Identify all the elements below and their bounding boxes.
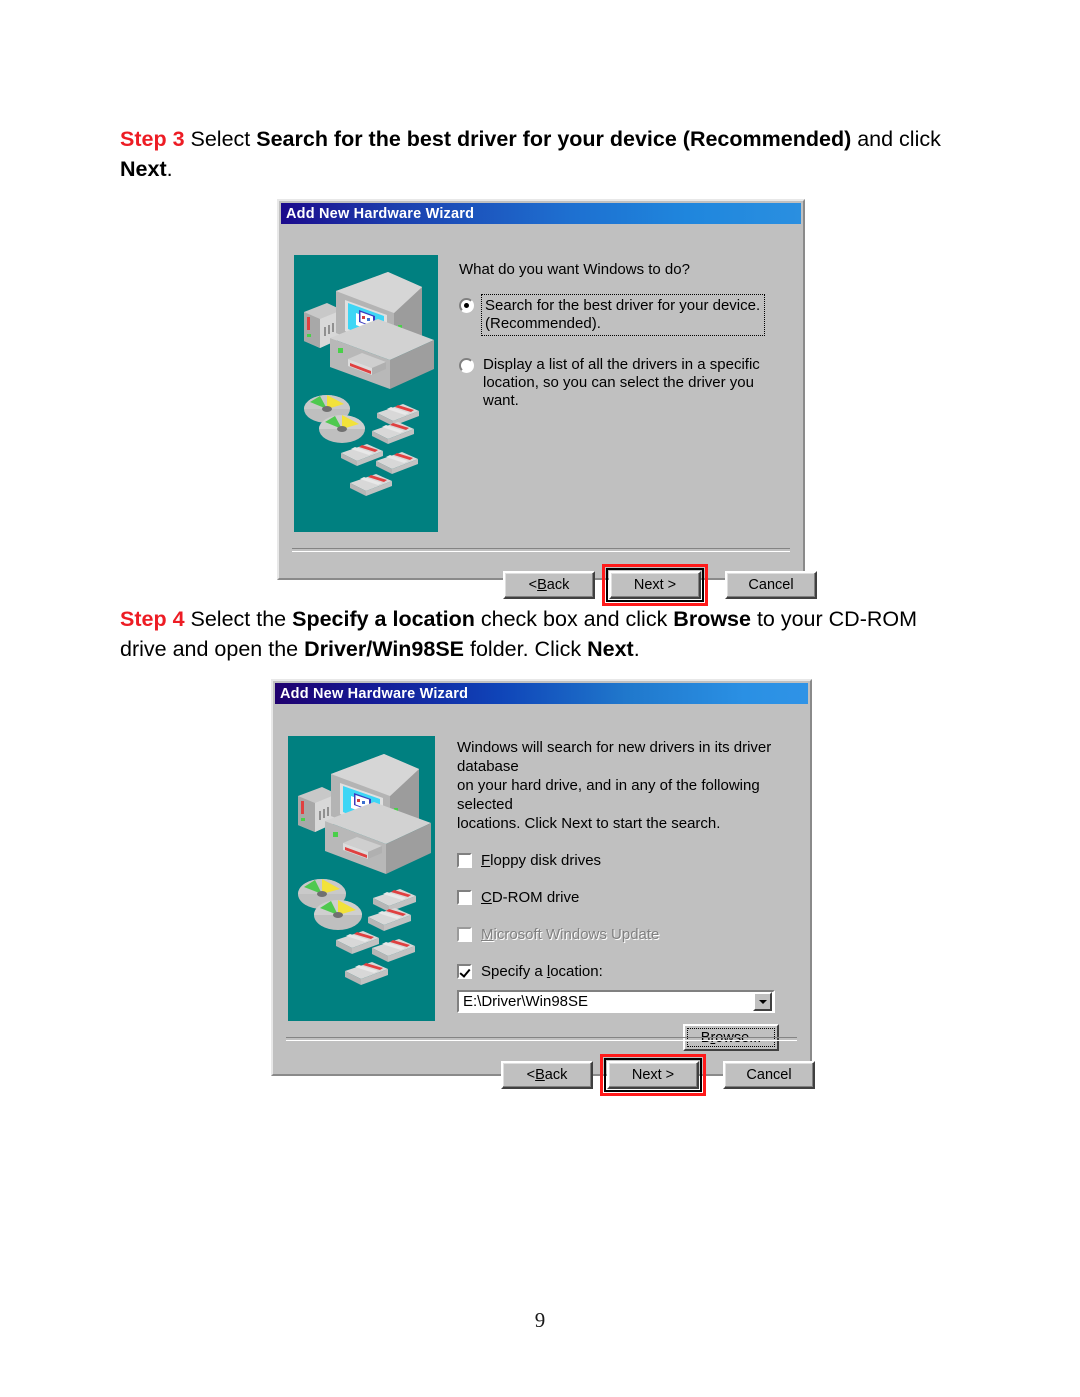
step-4-text-6: Driver/Win98SE <box>304 637 465 661</box>
step-4-text-4: Browse <box>673 607 751 631</box>
checkbox-floppy-label-rest: loppy disk drives <box>490 852 602 869</box>
step-3-text-1: Select <box>184 127 257 151</box>
radio-display-list-label[interactable]: Display a list of all the drivers in a s… <box>483 356 789 410</box>
step-4-label: Step 4 <box>120 607 185 631</box>
wizard-illustration-2 <box>288 736 435 1021</box>
radio-option-2-line-2: location, so you can select the driver y… <box>483 374 754 409</box>
next-button-default-ring: Next > <box>606 568 704 602</box>
dialog-1-titlebar: Add New Hardware Wizard <box>281 203 801 224</box>
step-4-text-8: Next <box>587 637 634 661</box>
next-button[interactable]: Next > <box>607 1061 699 1089</box>
step-3-text-4: Next <box>120 157 167 181</box>
cancel-button[interactable]: Cancel <box>723 1061 815 1089</box>
chevron-down-icon[interactable] <box>753 992 772 1011</box>
step-3-label: Step 3 <box>120 127 185 151</box>
checkbox-cdrom-label-rest: D-ROM drive <box>491 889 580 906</box>
dialog-1-button-row: < Back Next > Cancel <box>503 564 817 606</box>
page-number: 9 <box>534 1308 546 1332</box>
checkbox-update-label-rest: icrosoft Windows Update <box>493 926 660 943</box>
checkbox-microsoft-windows-update-label: Microsoft Windows Update <box>481 926 660 943</box>
next-button-highlight-annotation: Next > <box>600 1054 706 1096</box>
step-4-text-7: folder. Click <box>464 637 588 661</box>
radio-search-best-driver-label[interactable]: Search for the best driver for your devi… <box>480 294 766 336</box>
dialog-2-separator <box>286 1037 797 1041</box>
dialog-1-content-pane: What do you want Windows to do? Search f… <box>459 260 789 410</box>
dialog-1-prompt: What do you want Windows to do? <box>459 261 690 278</box>
dialog-2-titlebar: Add New Hardware Wizard <box>275 683 808 704</box>
radio-search-best-driver-icon[interactable] <box>459 298 474 313</box>
checkbox-floppy-disk-drives-icon[interactable] <box>457 853 472 868</box>
dialog-1-title: Add New Hardware Wizard <box>286 205 475 222</box>
checkbox-specify-a-location-icon[interactable] <box>457 964 472 979</box>
radio-option-display-list[interactable]: Display a list of all the drivers in a s… <box>459 356 789 410</box>
add-new-hardware-wizard-dialog-2: Add New Hardware Wizard Windows will sea… <box>271 679 815 1096</box>
add-new-hardware-wizard-dialog-1: Add New Hardware Wizard What do you want… <box>277 199 817 606</box>
dialog-2-button-row: < Back Next > Cancel <box>501 1054 815 1096</box>
location-input-value[interactable]: E:\Driver\Win98SE <box>459 992 753 1011</box>
checkbox-row-specify-a-location[interactable]: Specify a location: <box>457 962 797 981</box>
dialog-2-prompt-line-1: Windows will search for new drivers in i… <box>457 739 772 775</box>
checkbox-row-cd-rom-drive[interactable]: CD-ROM drive <box>457 888 797 907</box>
step-3-text-5: . <box>166 157 173 181</box>
radio-option-search-best-driver[interactable]: Search for the best driver for your devi… <box>459 294 789 336</box>
checkbox-row-microsoft-windows-update: Microsoft Windows Update <box>457 925 797 944</box>
checkbox-cd-rom-drive-icon[interactable] <box>457 890 472 905</box>
step-4-instruction: Step 4 Select the Specify a location che… <box>120 604 950 664</box>
dialog-1-separator <box>292 548 790 552</box>
step-3-text-2: Search for the best driver for your devi… <box>256 127 852 151</box>
step-3-instruction: Step 3 Select Search for the best driver… <box>120 124 950 184</box>
next-button-highlight-annotation: Next > <box>602 564 708 606</box>
dialog-2-prompt-line-2: on your hard drive, and in any of the fo… <box>457 777 760 813</box>
dialog-2-prompt-line-3: locations. Click Next to start the searc… <box>457 815 721 832</box>
dialog-2-title: Add New Hardware Wizard <box>280 685 469 702</box>
step-4-text-9: . <box>633 637 640 661</box>
checkbox-microsoft-windows-update-icon <box>457 927 472 942</box>
step-3-text-3: and click <box>851 127 941 151</box>
back-button[interactable]: < Back <box>503 571 595 599</box>
step-4-text-2: Specify a location <box>292 607 475 631</box>
checkbox-specify-a-location-label[interactable]: Specify a location: <box>481 962 603 981</box>
checkbox-row-floppy-disk-drives[interactable]: Floppy disk drives <box>457 851 797 870</box>
checkbox-cd-rom-drive-label[interactable]: CD-ROM drive <box>481 888 579 907</box>
checkbox-specify-label-rest: ocation: <box>550 963 603 980</box>
checkbox-floppy-disk-drives-label[interactable]: Floppy disk drives <box>481 851 601 870</box>
next-button-default-ring: Next > <box>604 1058 702 1092</box>
dialog-2-content-pane: Windows will search for new drivers in i… <box>457 738 797 1051</box>
back-button[interactable]: < Back <box>501 1061 593 1089</box>
cancel-button[interactable]: Cancel <box>725 571 817 599</box>
wizard-illustration-1 <box>294 255 438 532</box>
radio-option-2-line-1: Display a list of all the drivers in a s… <box>483 356 760 373</box>
next-button[interactable]: Next > <box>609 571 701 599</box>
computer-media-illustration-icon <box>294 255 438 532</box>
radio-option-1-line-1: Search for the best driver for your devi… <box>485 297 761 314</box>
computer-media-illustration-icon <box>288 736 435 1021</box>
radio-option-1-line-2: (Recommended). <box>485 315 601 332</box>
step-4-text-3: check box and click <box>474 607 674 631</box>
radio-display-list-icon[interactable] <box>459 358 474 373</box>
location-combobox[interactable]: E:\Driver\Win98SE <box>457 990 775 1013</box>
step-4-text-1: Select the <box>184 607 293 631</box>
